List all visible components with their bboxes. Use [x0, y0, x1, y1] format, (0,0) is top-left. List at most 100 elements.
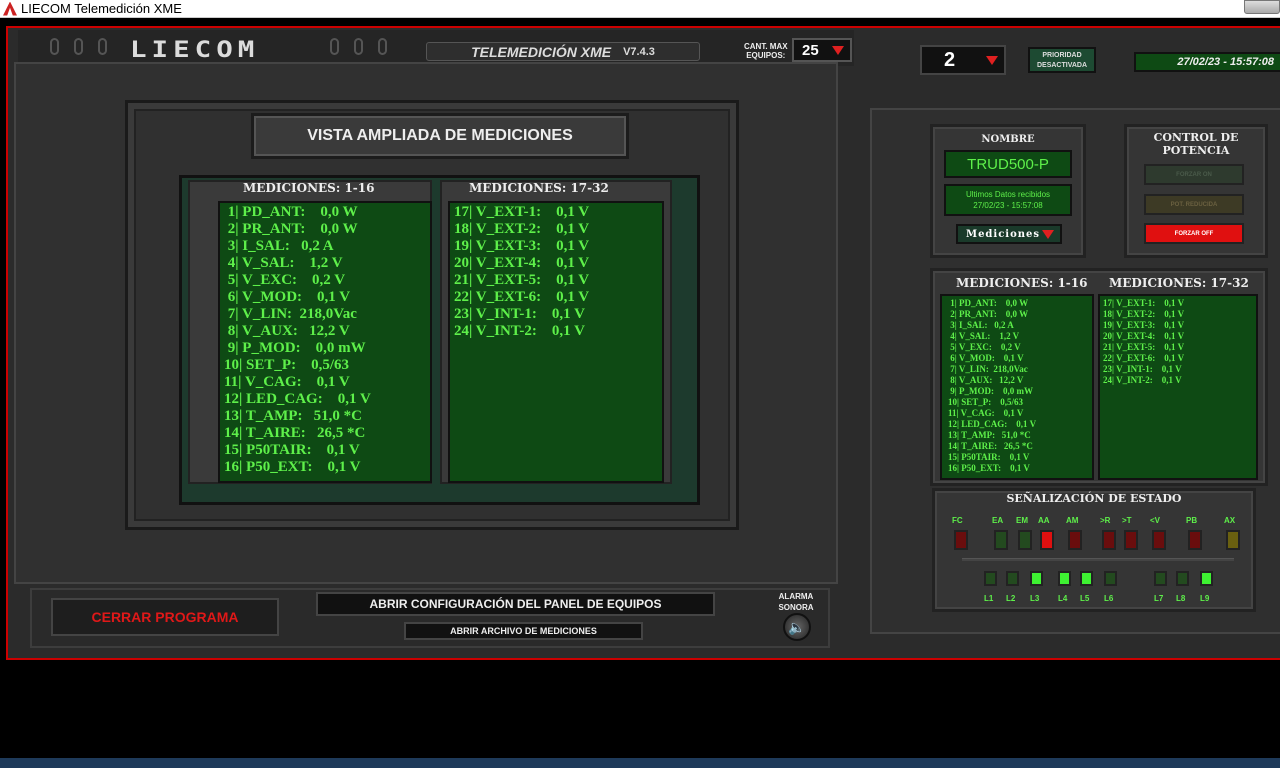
l-led [1104, 571, 1117, 586]
measurement-row: 13| T_AMP: 51,0 *C [224, 408, 363, 424]
l-led-label: L6 [1104, 594, 1114, 603]
status-led [994, 530, 1008, 550]
alarma-sonora-button[interactable]: 🔈 [783, 613, 811, 641]
liecom-logo: LIECOM [130, 38, 260, 63]
control-potencia-label: CONTROL DE POTENCIA [1124, 131, 1268, 157]
app-name-box: TELEMEDICIÓN XME V7.4.3 [426, 42, 700, 61]
vista-col2-header: MEDICIONES: 17-32 [469, 181, 609, 195]
right-col1-list: 1| PD_ANT: 0,0 W 2| PR_ANT: 0,0 W 3| I_S… [940, 294, 1094, 480]
status-led [1040, 530, 1054, 550]
l-led [1176, 571, 1189, 586]
mediciones-select-value: Mediciones [966, 228, 1041, 240]
measurement-row: 2| PR_ANT: 0,0 W [948, 309, 1029, 319]
status-led-label: AA [1038, 516, 1050, 525]
deco-slot [50, 38, 59, 55]
measurement-row: 4| V_SAL: 1,2 V [948, 331, 1020, 341]
status-led [1018, 530, 1032, 550]
measurement-row: 8| V_AUX: 12,2 V [948, 375, 1024, 385]
measurement-row: 19| V_EXT-3: 0,1 V [454, 238, 590, 254]
close-window-button[interactable] [1244, 0, 1280, 14]
status-led [1226, 530, 1240, 550]
abrir-config-button[interactable]: ABRIR CONFIGURACIÓN DEL PANEL DE EQUIPOS [316, 592, 715, 616]
cant-max-label: CANT. MAX EQUIPOS: [744, 42, 788, 60]
measurement-row: 7| V_LIN: 218,0Vac [948, 364, 1028, 374]
cant-max-select[interactable]: 25 [792, 38, 852, 62]
right-col1-header: MEDICIONES: 1-16 [956, 276, 1088, 290]
status-led [1102, 530, 1116, 550]
measurement-row: 14| T_AIRE: 26,5 *C [948, 441, 1033, 451]
measurement-row: 15| P50TAIR: 0,1 V [224, 442, 360, 458]
measurement-row: 5| V_EXC: 0,2 V [948, 342, 1021, 352]
l-led-label: L8 [1176, 594, 1186, 603]
measurement-row: 3| I_SAL: 0,2 A [224, 238, 334, 254]
forzar-on-button[interactable]: FORZAR ON [1144, 164, 1244, 185]
status-led-label: EA [992, 516, 1004, 525]
l-led [1200, 571, 1213, 586]
measurement-row: 9| P_MOD: 0,0 mW [224, 340, 366, 356]
header-strip: LIECOM TELEMEDICIÓN XME V7.4.3 CANT. MAX… [18, 30, 854, 66]
prioridad-indicator[interactable]: PRIORIDAD DESACTIVADA [1028, 47, 1096, 73]
deco-slot [98, 38, 107, 55]
forzar-off-button[interactable]: FORZAR OFF [1144, 223, 1244, 244]
prioridad-line1: PRIORIDAD [1042, 52, 1082, 59]
status-led-label: <V [1150, 516, 1161, 525]
measurement-row: 11| V_CAG: 0,1 V [948, 408, 1024, 418]
measurement-row: 20| V_EXT-4: 0,1 V [454, 255, 590, 271]
measurement-row: 10| SET_P: 0,5/63 [948, 397, 1023, 407]
alarma-line2: SONORA [778, 603, 814, 612]
status-led [1188, 530, 1202, 550]
measurement-row: 9| P_MOD: 0,0 mW [948, 386, 1033, 396]
measurement-row: 6| V_MOD: 0,1 V [224, 289, 351, 305]
l-led-label: L4 [1058, 594, 1068, 603]
control-potencia-line1: CONTROL DE [1153, 131, 1239, 144]
speaker-icon: 🔈 [788, 618, 806, 635]
measurement-row: 12| LED_CAG: 0,1 V [948, 419, 1037, 429]
equipo-value: 2 [944, 48, 956, 71]
l-led [984, 571, 997, 586]
status-led-label: FC [952, 516, 963, 525]
screen: LIECOM Telemedición XME LIECOM TELEMEDIC… [0, 0, 1280, 768]
measurement-row: 16| P50_EXT: 0,1 V [224, 459, 361, 475]
status-led-label: >R [1100, 516, 1111, 525]
ultimos-datos-time: 27/02/23 - 15:57:08 [973, 201, 1043, 210]
measurement-row: 15| P50TAIR: 0,1 V [948, 452, 1030, 462]
measurement-row: 21| V_EXT-5: 0,1 V [454, 272, 590, 288]
vista-col2-list: 17| V_EXT-1: 0,1 V 18| V_EXT-2: 0,1 V 19| … [448, 201, 664, 483]
measurement-row: 23| V_INT-1: 0,1 V [454, 306, 585, 322]
pot-reducida-button[interactable]: POT. REDUCIDA [1144, 194, 1244, 215]
status-led-label: >T [1122, 516, 1132, 525]
mediciones-select[interactable]: Mediciones [956, 224, 1062, 244]
measurement-row: 16| P50_EXT: 0,1 V [948, 463, 1030, 473]
measurement-row: 5| V_EXC: 0,2 V [224, 272, 346, 288]
deco-slot [378, 38, 387, 55]
l-led [1030, 571, 1043, 586]
status-led [1124, 530, 1138, 550]
cant-max-label-line2: EQUIPOS: [746, 51, 786, 60]
l-led-label: L3 [1030, 594, 1040, 603]
measurement-row: 17| V_EXT-1: 0,1 V [1103, 298, 1185, 308]
measurement-row: 17| V_EXT-1: 0,1 V [454, 204, 590, 220]
measurement-row: 24| V_INT-2: 0,1 V [454, 323, 585, 339]
measurement-row: 24| V_INT-2: 0,1 V [1103, 375, 1182, 385]
l-led [1080, 571, 1093, 586]
measurement-row: 2| PR_ANT: 0,0 W [224, 221, 358, 237]
app-icon [3, 1, 17, 16]
chevron-down-icon [832, 46, 844, 55]
measurement-row: 21| V_EXT-5: 0,1 V [1103, 342, 1185, 352]
equipo-select[interactable]: 2 [920, 45, 1006, 75]
prioridad-line2: DESACTIVADA [1036, 62, 1088, 69]
ultimos-datos: Ultimos Datos recibidos 27/02/23 - 15:57… [944, 184, 1072, 216]
app-version: V7.4.3 [623, 45, 655, 58]
right-col2-header: MEDICIONES: 17-32 [1109, 276, 1249, 290]
ultimos-datos-label: Ultimos Datos recibidos [965, 190, 1051, 199]
datetime-text: 27/02/23 - 15:57:08 [1177, 56, 1274, 68]
measurement-row: 14| T_AIRE: 26,5 *C [224, 425, 366, 441]
measurement-row: 18| V_EXT-2: 0,1 V [1103, 309, 1185, 319]
app-name: TELEMEDICIÓN XME [471, 43, 612, 60]
measurement-row: 1| PD_ANT: 0,0 W [948, 298, 1029, 308]
measurement-row: 13| T_AMP: 51,0 *C [948, 430, 1031, 440]
abrir-archivo-button[interactable]: ABRIR ARCHIVO DE MEDICIONES [404, 622, 643, 640]
status-led-label: AX [1224, 516, 1236, 525]
cerrar-programa-button[interactable]: CERRAR PROGRAMA [51, 598, 279, 636]
taskbar [0, 758, 1280, 768]
